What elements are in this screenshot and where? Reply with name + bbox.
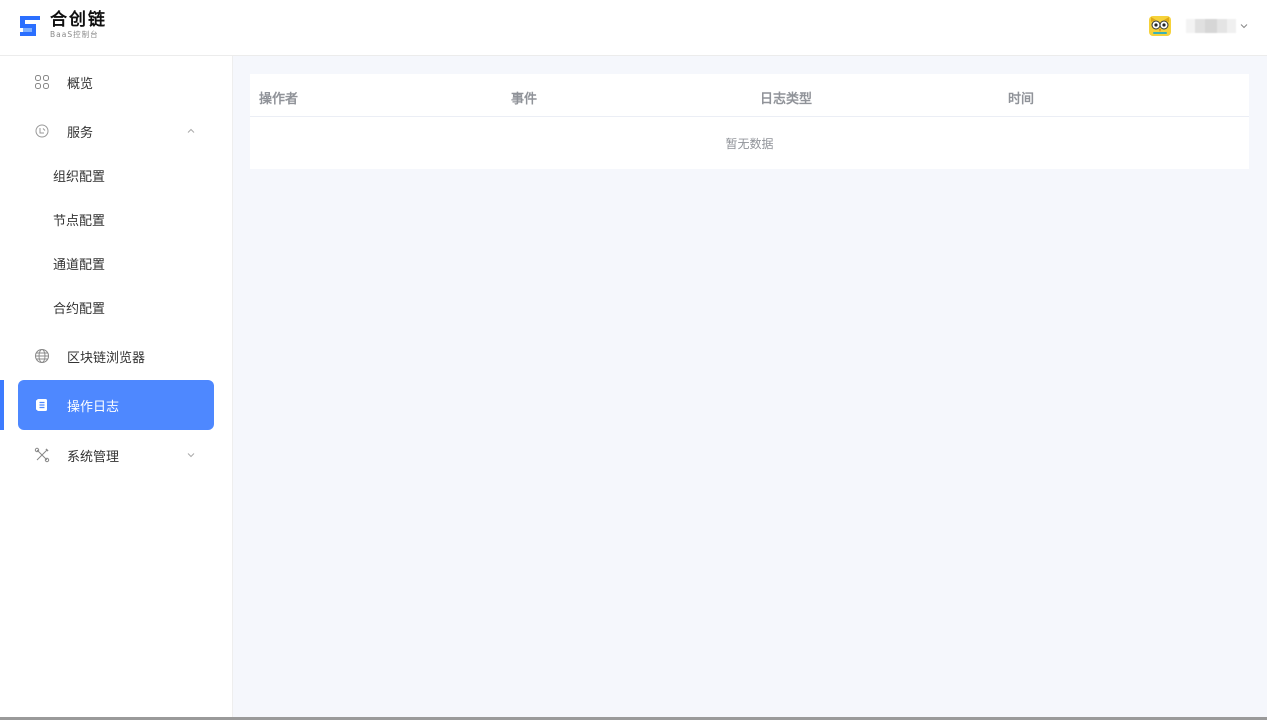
active-indicator	[0, 380, 4, 430]
brand-title: 合创链	[50, 10, 107, 30]
sidebar-item-label: 概览	[67, 76, 94, 92]
column-header-log-type: 日志类型	[760, 92, 813, 107]
sidebar-item-overview[interactable]: 概览	[18, 58, 214, 106]
column-header-time: 时间	[1008, 92, 1035, 107]
column-header-event: 事件	[511, 92, 538, 107]
sidebar-item-service[interactable]: 服务	[18, 107, 214, 155]
chevron-down-icon[interactable]	[186, 450, 196, 460]
brand-logo-icon	[20, 15, 40, 36]
globe-icon	[35, 349, 49, 363]
sidebar-subitem-contract-config[interactable]: 合约配置	[53, 300, 105, 320]
sidebar-item-label: 区块链浏览器	[67, 350, 146, 366]
table-empty-text: 暂无数据	[725, 136, 774, 151]
grid-icon	[35, 75, 49, 89]
log-icon	[36, 399, 47, 411]
sidebar-item-blockchain-explorer[interactable]: 区块链浏览器	[18, 332, 214, 380]
sidebar: 概览 服务 组织配置 节点配置 通道配置 合约配置 区块链浏览器 操作日志 系统…	[0, 56, 233, 720]
sidebar-subitem-org-config[interactable]: 组织配置	[53, 168, 105, 188]
operation-log-table: 操作者 事件 日志类型 时间 暂无数据	[250, 74, 1249, 169]
sidebar-item-label: 操作日志	[67, 399, 120, 415]
service-icon	[35, 124, 49, 138]
sidebar-subitem-node-config[interactable]: 节点配置	[53, 212, 105, 232]
chevron-up-icon[interactable]	[186, 126, 196, 136]
brand-logo[interactable]: 合创链 BaaS控制台	[18, 11, 107, 40]
column-header-operator: 操作者	[259, 92, 299, 107]
brand-subtitle: BaaS控制台	[50, 30, 99, 39]
sidebar-item-label: 系统管理	[67, 449, 120, 465]
username-redacted[interactable]	[1186, 19, 1236, 33]
sidebar-item-operation-log[interactable]: 操作日志	[18, 380, 214, 430]
sidebar-subitem-channel-config[interactable]: 通道配置	[53, 256, 105, 276]
owl-avatar-icon[interactable]	[1148, 14, 1172, 38]
chevron-down-icon[interactable]	[1239, 21, 1249, 31]
main-content: 操作者 事件 日志类型 时间 暂无数据	[233, 56, 1267, 720]
tools-icon	[34, 447, 50, 463]
sidebar-item-label: 服务	[67, 125, 94, 141]
table-header: 操作者 事件 日志类型 时间	[250, 74, 1249, 117]
top-bar: 合创链 BaaS控制台	[0, 0, 1267, 56]
user-menu[interactable]	[1148, 14, 1249, 38]
sidebar-item-system-management[interactable]: 系统管理	[18, 431, 214, 479]
